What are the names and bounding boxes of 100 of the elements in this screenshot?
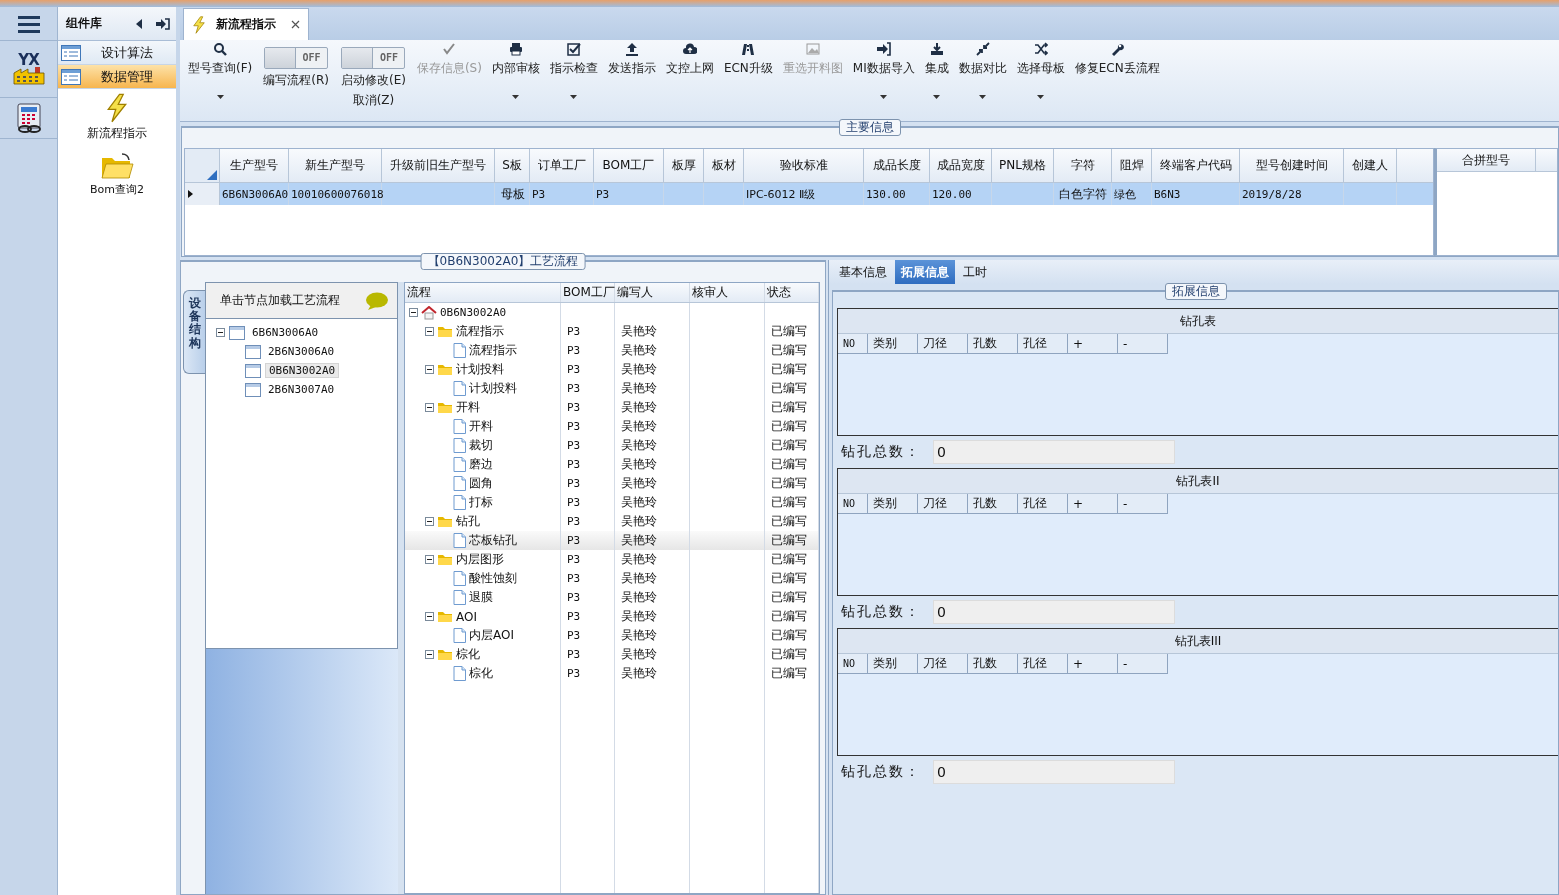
- column-header[interactable]: 字符: [1054, 149, 1112, 182]
- column-header[interactable]: 合拼型号: [1437, 149, 1536, 172]
- tree-node[interactable]: AOI: [456, 609, 477, 624]
- column-header[interactable]: 孔数: [968, 334, 1018, 354]
- toolbar-button[interactable]: 选择母板: [1011, 40, 1070, 106]
- toolbar-button[interactable]: 文控上网: [660, 40, 719, 106]
- toggle-switch[interactable]: OFF: [341, 47, 406, 69]
- column-header[interactable]: -: [1118, 494, 1168, 514]
- column-header[interactable]: -: [1118, 334, 1168, 354]
- expand-toggle-icon[interactable]: [425, 365, 434, 374]
- detail-tab[interactable]: 工时: [957, 260, 993, 284]
- expand-toggle-icon[interactable]: [425, 555, 434, 564]
- tree-node[interactable]: 流程指示: [469, 342, 517, 359]
- tree-node[interactable]: 芯板钻孔: [469, 532, 517, 549]
- toolbar-button[interactable]: 修复ECN丢流程: [1069, 40, 1165, 106]
- column-header[interactable]: PNL规格: [992, 149, 1054, 182]
- detail-tab[interactable]: 拓展信息: [895, 260, 955, 284]
- column-header[interactable]: 阻焊: [1112, 149, 1152, 182]
- column-header[interactable]: 孔数: [968, 494, 1018, 514]
- column-header[interactable]: 刀径: [918, 494, 968, 514]
- tree-node[interactable]: 钻孔: [456, 513, 480, 530]
- column-header[interactable]: 孔径: [1018, 334, 1068, 354]
- tree-node[interactable]: 开料: [469, 418, 493, 435]
- column-header[interactable]: 核审人: [690, 283, 765, 302]
- column-header[interactable]: NO: [838, 654, 868, 674]
- tree-node[interactable]: 2B6N3007A0: [265, 383, 338, 396]
- column-header[interactable]: +: [1068, 654, 1118, 674]
- column-header[interactable]: -: [1118, 654, 1168, 674]
- expand-toggle-icon[interactable]: [409, 308, 418, 317]
- expand-toggle-icon[interactable]: [425, 327, 434, 336]
- tree-node[interactable]: 圆角: [469, 475, 493, 492]
- side-tab[interactable]: 设备结构: [183, 290, 205, 374]
- toolbar-button[interactable]: MI数据导入: [847, 40, 920, 106]
- tree-node[interactable]: 退膜: [469, 589, 493, 606]
- column-header[interactable]: 孔数: [968, 654, 1018, 674]
- tree-node[interactable]: 计划投料: [456, 361, 504, 378]
- tree-node[interactable]: 棕化: [469, 665, 493, 682]
- column-header[interactable]: 订单工厂: [530, 149, 594, 182]
- toolbar-button[interactable]: 型号查询(F): [183, 40, 258, 106]
- column-header[interactable]: 板厚: [664, 149, 704, 182]
- tree-node[interactable]: 2B6N3006A0: [265, 345, 338, 358]
- tree-node[interactable]: 0B6N3002A0: [440, 306, 507, 319]
- sign-in-icon[interactable]: [156, 17, 170, 30]
- column-header[interactable]: 孔径: [1018, 654, 1068, 674]
- column-header[interactable]: 类别: [868, 494, 918, 514]
- document-tab[interactable]: 新流程指示: [183, 8, 309, 40]
- expand-toggle-icon[interactable]: [425, 517, 434, 526]
- toolbar-button[interactable]: 数据对比: [953, 40, 1012, 106]
- calculator-icon[interactable]: [14, 103, 43, 133]
- toolbar-button[interactable]: 指示检查: [544, 40, 603, 106]
- toolbar-button[interactable]: 内部审核: [486, 40, 545, 106]
- menu-icon[interactable]: [17, 14, 40, 33]
- toolbar-button[interactable]: 集成: [919, 40, 954, 106]
- column-header[interactable]: 板材: [704, 149, 744, 182]
- tree-node[interactable]: 0B6N3002A0: [265, 363, 340, 378]
- expand-toggle-icon[interactable]: [425, 650, 434, 659]
- column-header[interactable]: 孔径: [1018, 494, 1068, 514]
- tree-node[interactable]: 内层AOI: [469, 627, 514, 644]
- component-item[interactable]: 数据管理: [58, 65, 176, 89]
- column-header[interactable]: 验收标准: [744, 149, 864, 182]
- column-header[interactable]: NO: [838, 494, 868, 514]
- tree-node[interactable]: 流程指示: [456, 323, 504, 340]
- toggle-switch[interactable]: OFF: [264, 47, 329, 69]
- column-header[interactable]: S板: [495, 149, 530, 182]
- count-field[interactable]: 0: [933, 600, 1175, 624]
- column-header[interactable]: NO: [838, 334, 868, 354]
- column-header[interactable]: 刀径: [918, 654, 968, 674]
- column-header[interactable]: +: [1068, 334, 1118, 354]
- column-header[interactable]: 新生产型号: [289, 149, 382, 182]
- column-header[interactable]: 终端客户代码: [1152, 149, 1240, 182]
- tree-node[interactable]: 计划投料: [469, 380, 517, 397]
- column-header[interactable]: 型号创建时间: [1240, 149, 1344, 182]
- tree-node[interactable]: 6B6N3006A0: [249, 326, 322, 339]
- tree-node[interactable]: 内层图形: [456, 551, 504, 568]
- column-header[interactable]: 创建人: [1344, 149, 1397, 182]
- column-header[interactable]: 类别: [868, 334, 918, 354]
- tree-node[interactable]: 裁切: [469, 437, 493, 454]
- column-header[interactable]: 升级前旧生产型号: [382, 149, 495, 182]
- detail-tab[interactable]: 基本信息: [833, 260, 893, 284]
- tree-node[interactable]: 酸性蚀刻: [469, 570, 517, 587]
- list-icon[interactable]: [61, 44, 81, 61]
- tree-node[interactable]: 打标: [469, 494, 493, 511]
- column-header[interactable]: 成品宽度: [930, 149, 992, 182]
- tree-node[interactable]: 棕化: [456, 646, 480, 663]
- expand-toggle-icon[interactable]: [425, 612, 434, 621]
- toolbar-button[interactable]: ECN升级: [718, 40, 778, 106]
- shortcut-label[interactable]: 新流程指示: [87, 125, 147, 142]
- column-header[interactable]: 刀径: [918, 334, 968, 354]
- tree-node[interactable]: 开料: [456, 399, 480, 416]
- list-icon[interactable]: [61, 68, 81, 85]
- column-header[interactable]: 生产型号: [220, 149, 289, 182]
- column-header[interactable]: 状态: [765, 283, 819, 302]
- column-header[interactable]: 类别: [868, 654, 918, 674]
- left-arrow-icon[interactable]: [136, 18, 142, 29]
- toolbar-button[interactable]: 发送指示: [602, 40, 661, 106]
- component-item[interactable]: 设计算法: [58, 41, 176, 65]
- column-header[interactable]: 编写人: [615, 283, 690, 302]
- column-header[interactable]: +: [1068, 494, 1118, 514]
- expand-toggle-icon[interactable]: [425, 403, 434, 412]
- column-header[interactable]: BOM工厂: [594, 149, 664, 182]
